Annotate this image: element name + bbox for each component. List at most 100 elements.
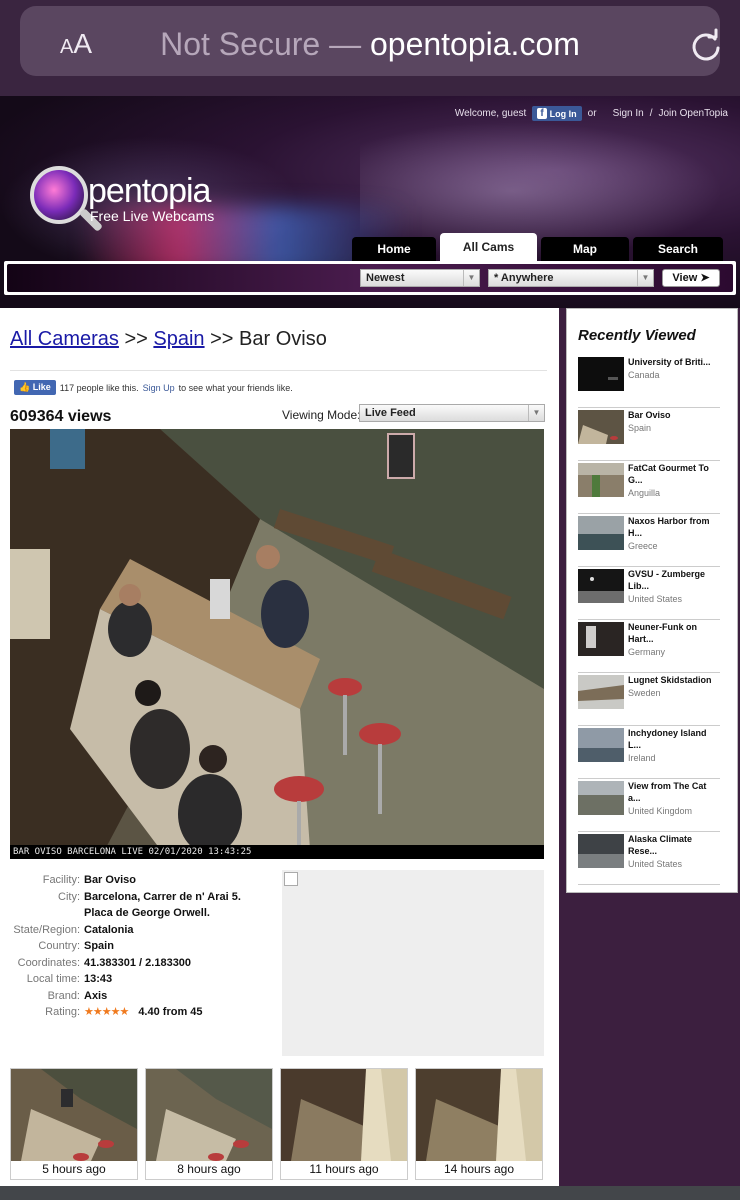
facebook-login-button[interactable]: f Log In <box>532 106 582 121</box>
view-count: 609364 views <box>10 408 112 425</box>
recent-camera-country: Canada <box>628 370 660 380</box>
chevron-down-icon: ▼ <box>463 270 479 286</box>
recent-camera-country: Germany <box>628 647 666 657</box>
main-nav-tabs: Home All Cams Map Search <box>352 233 723 261</box>
recent-camera-item[interactable]: Alaska Climate Rese... United States <box>578 832 720 885</box>
thumbnail-caption: 14 hours ago <box>443 1162 515 1176</box>
recent-camera-item[interactable]: University of Briti... Canada <box>578 355 720 408</box>
history-thumbnails: 5 hours ago 8 hours ago 11 hours ago 14 … <box>10 1068 543 1180</box>
recent-camera-item[interactable]: Bar Oviso Spain <box>578 408 720 461</box>
or-text: or <box>587 108 597 119</box>
recent-camera-name: GVSU - Zumberge Lib... <box>628 569 706 591</box>
camera-info-table: Facility: Bar Oviso City: Barcelona, Carre… <box>10 872 280 1021</box>
logo-wordmark: pentopia <box>88 172 211 210</box>
opentopia-logo[interactable]: pentopia Free Live Webcams <box>30 166 270 256</box>
brand-label: Brand: <box>47 989 80 1002</box>
history-thumbnail[interactable]: 5 hours ago <box>10 1068 138 1180</box>
address-bar[interactable]: AA Not Secure — opentopia.com <box>20 6 720 76</box>
location-select-value: * Anywhere <box>494 272 554 284</box>
tab-all-cams[interactable]: All Cams <box>440 233 537 261</box>
local-time-value: 13:43 <box>84 973 113 985</box>
like-info-text: to see what your friends like. <box>178 382 293 393</box>
tab-search[interactable]: Search <box>633 237 723 261</box>
recent-camera-thumbnail <box>578 410 624 444</box>
live-camera-feed[interactable]: BAR OVISO BARCELONA LIVE 02/01/2020 13:4… <box>10 429 544 859</box>
recent-camera-item[interactable]: Naxos Harbor from H... Greece <box>578 514 720 567</box>
breadcrumb-spain[interactable]: Spain <box>153 328 204 350</box>
facebook-signup-link[interactable]: Sign Up <box>143 383 175 393</box>
bar-scene-image <box>10 429 544 859</box>
browser-bottom-edge <box>0 1186 740 1200</box>
state-value: Catalonia <box>84 923 134 936</box>
recent-camera-country: United States <box>628 859 683 869</box>
recent-camera-country: Spain <box>628 423 652 433</box>
breadcrumb-separator: >> <box>204 328 240 350</box>
logo-tagline: Free Live Webcams <box>90 208 215 224</box>
recent-camera-thumbnail <box>578 675 624 709</box>
recent-camera-name: Neuner-Funk on Hart... <box>628 622 697 644</box>
recent-camera-item[interactable]: Lugnet Skidstadion Sweden <box>578 673 720 726</box>
info-row-brand: Brand: Axis <box>10 988 280 1005</box>
advertisement-placeholder <box>282 870 544 1056</box>
info-row-state: State/Region: Catalonia <box>10 922 280 939</box>
recent-camera-item[interactable]: View from The Cat a... United Kingdom <box>578 779 720 832</box>
site-header: Welcome, guest f Log In or Sign In / Join… <box>0 96 740 308</box>
view-button[interactable]: View ➤ <box>662 269 720 287</box>
recent-camera-item[interactable]: FatCat Gourmet To G... Anguilla <box>578 461 720 514</box>
camera-timestamp-caption: BAR OVISO BARCELONA LIVE 02/01/2020 13:4… <box>10 845 544 859</box>
breadcrumb-all-cameras[interactable]: All Cameras <box>10 328 119 350</box>
url-display[interactable]: Not Secure — opentopia.com <box>20 26 720 63</box>
recent-camera-name: Bar Oviso <box>628 410 671 420</box>
city-value: Barcelona, Carrer de n' Arai 5. Placa de… <box>84 890 241 920</box>
join-link[interactable]: Join OpenTopia <box>659 108 729 119</box>
history-thumbnail[interactable]: 14 hours ago <box>415 1068 543 1180</box>
ad-checkbox[interactable] <box>284 872 298 886</box>
facebook-icon: f <box>537 108 547 119</box>
url-separator: — <box>320 26 370 62</box>
sort-select[interactable]: Newest ▼ <box>360 269 480 287</box>
breadcrumb-separator: >> <box>118 328 154 350</box>
reload-icon[interactable] <box>688 28 724 64</box>
like-label: Like <box>32 382 51 392</box>
facebook-like-widget: 👍 Like 117 people like this. Sign Up to … <box>14 380 293 395</box>
recent-camera-thumbnail <box>578 463 624 497</box>
divider <box>10 370 547 371</box>
sort-select-value: Newest <box>366 272 405 284</box>
recent-camera-country: United Kingdom <box>628 806 693 816</box>
browser-toolbar: AA Not Secure — opentopia.com <box>0 0 740 96</box>
city-label: City: <box>58 890 80 903</box>
facility-label: Facility: <box>42 874 80 886</box>
thumbnail-caption: 8 hours ago <box>177 1162 241 1176</box>
recent-camera-item[interactable]: Inchydoney Island L... Ireland <box>578 726 720 779</box>
thumbnail-image <box>146 1069 272 1161</box>
history-thumbnail[interactable]: 11 hours ago <box>280 1068 408 1180</box>
recent-camera-name: Inchydoney Island L... <box>628 728 707 750</box>
info-row-coordinates: Coordinates: 41.383301 / 2.183300 <box>10 955 280 972</box>
facebook-like-button[interactable]: 👍 Like <box>14 380 56 395</box>
rating-value: 4.40 from 45 <box>138 1006 203 1018</box>
recent-camera-country: Sweden <box>628 688 661 698</box>
thumbnail-image <box>281 1069 407 1161</box>
camera-detail-panel: All Cameras >> Spain >> Bar Oviso 👍 Like… <box>0 308 559 1186</box>
recent-camera-thumbnail <box>578 516 624 550</box>
slash-divider: / <box>649 108 653 119</box>
tab-home[interactable]: Home <box>352 237 436 261</box>
tab-map[interactable]: Map <box>541 237 629 261</box>
location-select[interactable]: * Anywhere ▼ <box>488 269 654 287</box>
recent-camera-name: Naxos Harbor from H... <box>628 516 710 538</box>
recent-camera-name: Alaska Climate Rese... <box>628 834 693 856</box>
logo-lens-icon <box>30 166 88 224</box>
recent-camera-name: University of Briti... <box>628 357 711 367</box>
welcome-text: Welcome, guest <box>454 108 527 119</box>
recent-camera-item[interactable]: GVSU - Zumberge Lib... United States <box>578 567 720 620</box>
viewing-mode-select[interactable]: Live Feed ▼ <box>359 404 545 422</box>
recent-camera-name: Lugnet Skidstadion <box>628 675 712 685</box>
chevron-down-icon: ▼ <box>637 270 653 286</box>
thumbnail-caption: 11 hours ago <box>309 1162 379 1176</box>
coordinates-value: 41.383301 / 2.183300 <box>84 956 192 969</box>
history-thumbnail[interactable]: 8 hours ago <box>145 1068 273 1180</box>
recent-camera-thumbnail <box>578 834 624 868</box>
sign-in-link[interactable]: Sign In <box>613 108 644 119</box>
recent-camera-item[interactable]: Neuner-Funk on Hart... Germany <box>578 620 720 673</box>
rating-stars-icon[interactable]: ★★★★★ <box>84 1004 129 1021</box>
